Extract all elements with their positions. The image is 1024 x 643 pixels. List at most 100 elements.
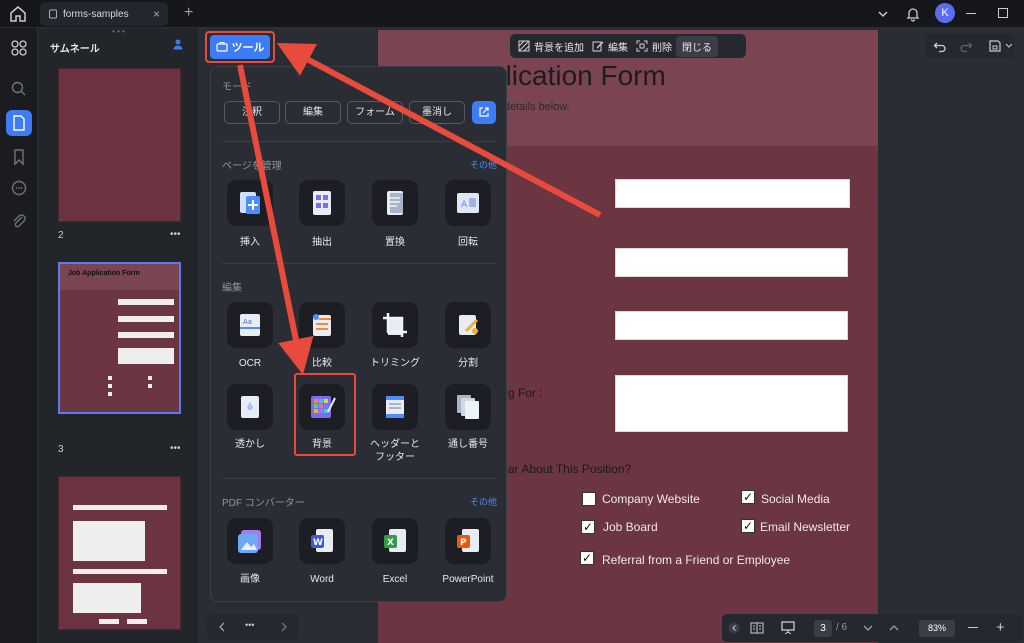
watermark-icon	[241, 396, 259, 418]
save-dropdown-icon[interactable]	[1005, 43, 1013, 49]
form-field-position[interactable]	[615, 375, 848, 432]
background-toolbar: 背景を追加 編集 削除 閉じる	[510, 34, 746, 58]
page-thumbnail-2[interactable]	[58, 68, 181, 222]
page-view-icon[interactable]	[750, 621, 764, 635]
delete-background-button[interactable]: 削除	[632, 39, 676, 54]
close-background-button[interactable]: 閉じる	[676, 35, 718, 57]
divider	[222, 141, 496, 142]
user-icon[interactable]	[172, 38, 184, 50]
search-icon[interactable]	[9, 79, 29, 99]
document-tab[interactable]: forms-samples ×	[40, 2, 168, 26]
convert-image-tool[interactable]	[227, 518, 273, 564]
compare-icon	[313, 314, 331, 336]
header-footer-tool[interactable]	[372, 384, 418, 430]
converter-more-link[interactable]: その他	[470, 495, 497, 508]
checkbox-email-newsletter[interactable]: ✓	[741, 519, 755, 533]
checkbox-referral[interactable]: ✓	[580, 551, 594, 565]
tool-label: Excel	[382, 574, 408, 585]
extract-tool[interactable]	[299, 180, 345, 226]
comment-icon[interactable]	[9, 178, 29, 198]
external-link-icon	[479, 107, 489, 117]
replace-icon	[387, 191, 403, 215]
zoom-out-icon[interactable]	[968, 627, 978, 629]
page-thumbnail-3[interactable]: Job Application Form	[58, 262, 181, 414]
document-icon	[49, 9, 57, 19]
mode-edit-button[interactable]: 編集	[285, 101, 341, 124]
edit-background-button[interactable]: 編集	[588, 39, 632, 54]
convert-excel-tool[interactable]: X	[372, 518, 418, 564]
checkbox-social-media[interactable]: ✓	[741, 490, 755, 504]
tool-label: 分割	[458, 358, 478, 369]
collapse-icon[interactable]	[728, 622, 740, 634]
home-icon[interactable]	[8, 4, 28, 24]
bell-icon[interactable]	[905, 6, 921, 22]
zoom-level[interactable]: 83%	[919, 620, 955, 637]
label-applying-for: g For :	[508, 386, 543, 400]
attachment-icon[interactable]	[9, 211, 29, 231]
page-section-title: ページを管理	[222, 161, 282, 172]
thumbnail-more-icon[interactable]: •••	[170, 443, 181, 454]
mode-form-button[interactable]: フォーム	[347, 101, 403, 124]
mode-external-button[interactable]	[472, 101, 496, 124]
chevron-left-icon[interactable]	[217, 622, 227, 632]
tab-close-icon[interactable]: ×	[153, 7, 160, 21]
page-total: / 6	[836, 622, 848, 633]
add-background-label: 背景を追加	[534, 42, 584, 54]
edit-label: 編集	[608, 42, 628, 54]
save-icon[interactable]	[988, 39, 1002, 53]
form-field-phone[interactable]	[615, 311, 848, 340]
maximize-icon[interactable]	[998, 8, 1008, 18]
svg-text:A: A	[461, 200, 468, 210]
form-field-email[interactable]	[615, 248, 848, 277]
page-thumbnails-icon[interactable]	[9, 113, 29, 133]
mode-redact-button[interactable]: 墨消し	[409, 101, 465, 124]
tool-label: OCR	[238, 358, 262, 369]
convert-powerpoint-tool[interactable]: P	[445, 518, 491, 564]
bookmark-icon[interactable]	[9, 147, 29, 167]
add-tab-button[interactable]: +	[184, 4, 193, 22]
replace-tool[interactable]	[372, 180, 418, 226]
undo-icon[interactable]	[933, 39, 947, 53]
page-section-more-link[interactable]: その他	[470, 158, 497, 171]
bates-numbering-tool[interactable]	[445, 384, 491, 430]
convert-word-tool[interactable]: W	[299, 518, 345, 564]
document-title: plication Form	[490, 60, 666, 91]
checkbox-job-board[interactable]: ✓	[581, 520, 595, 534]
form-field-name[interactable]	[615, 179, 850, 208]
thumbnail-more-icon[interactable]: •••	[170, 229, 181, 240]
insert-tool[interactable]	[227, 180, 273, 226]
avatar[interactable]: K	[935, 3, 955, 23]
watermark-tool[interactable]	[227, 384, 273, 430]
image-icon	[238, 530, 261, 553]
minimize-icon[interactable]	[966, 13, 976, 14]
ocr-tool[interactable]: Aa	[227, 302, 273, 348]
tool-label: ヘッダーと フッター	[370, 439, 420, 463]
page-thumbnail-4[interactable]	[58, 476, 181, 630]
more-icon[interactable]: •••	[245, 620, 254, 630]
panel-drag-handle[interactable]: • • •	[112, 27, 125, 36]
thumbnail-title: Job Application Form	[68, 270, 140, 277]
add-background-button[interactable]: 背景を追加	[514, 39, 588, 54]
tool-label: 置換	[385, 237, 405, 248]
chevron-right-icon[interactable]	[279, 622, 289, 632]
tool-label: 回転	[458, 237, 478, 248]
divider	[222, 478, 496, 479]
chevron-up-icon[interactable]	[888, 622, 900, 634]
mode-annotate-button[interactable]: 注釈	[224, 101, 280, 124]
presentation-icon[interactable]	[780, 620, 796, 636]
grid-icon[interactable]	[9, 38, 29, 58]
chevron-down-icon[interactable]	[876, 7, 890, 21]
rotate-tool[interactable]: A	[445, 180, 491, 226]
redo-icon[interactable]	[959, 39, 973, 53]
right-toolbar	[925, 34, 1015, 58]
zoom-in-icon[interactable]: +	[996, 620, 1005, 635]
chevron-down-icon[interactable]	[862, 622, 874, 634]
crop-tool[interactable]	[372, 302, 418, 348]
tools-button-highlight	[205, 31, 275, 63]
tool-label: 比較	[312, 358, 332, 369]
mode-section-title: モード	[222, 82, 252, 93]
current-page-input[interactable]: 3	[814, 620, 832, 637]
compare-tool[interactable]	[299, 302, 345, 348]
split-tool[interactable]	[445, 302, 491, 348]
checkbox-company-website[interactable]	[582, 492, 596, 506]
